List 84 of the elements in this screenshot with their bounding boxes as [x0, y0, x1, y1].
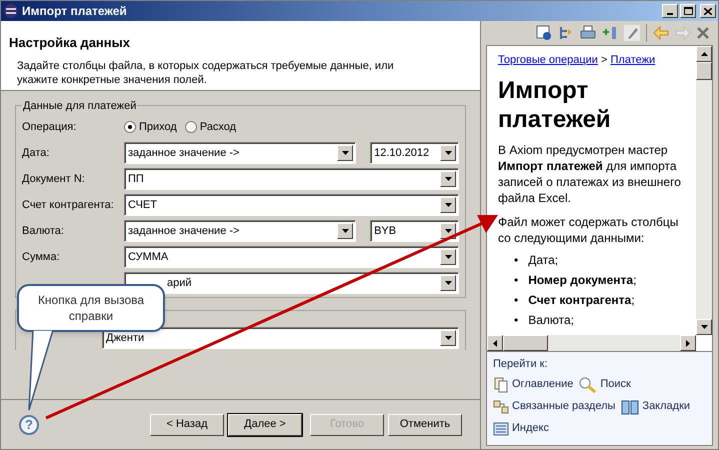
caret-down-icon: [700, 325, 708, 329]
goto-title: Перейти к:: [493, 357, 549, 372]
scroll-down-button[interactable]: [696, 319, 712, 335]
callout-text: Кнопка для вызова справки: [36, 292, 146, 324]
caret-icon: [444, 203, 452, 207]
scroll-up-button[interactable]: [696, 46, 712, 62]
breadcrumb-link[interactable]: Торговые операции: [498, 54, 598, 66]
sync-icon[interactable]: [558, 25, 574, 41]
related-topics-icon: [493, 398, 509, 414]
wizard-button[interactable]: Далее >: [228, 414, 302, 436]
list-item: Дата;: [528, 252, 558, 268]
help-topic-icon[interactable]: [536, 25, 552, 41]
scroll-thumb[interactable]: [696, 62, 712, 80]
window-title: Импорт платежей: [22, 3, 127, 20]
radio-button[interactable]: [124, 121, 136, 133]
help-title: Импорт платежей: [498, 76, 612, 134]
caret-icon: [444, 177, 452, 181]
search-icon: [579, 376, 598, 392]
close-button[interactable]: [700, 4, 716, 18]
pages-icon: [493, 376, 509, 392]
caret-icon: [444, 151, 452, 155]
horizontal-scrollbar[interactable]: [487, 335, 696, 351]
dropdown[interactable]: 12.10.2012: [370, 142, 459, 164]
caret-icon: [444, 229, 452, 233]
help-paragraph: В Axiom предусмотрен мастер Импорт платежей для импорта записей о платежах из внешнего файла Excel.: [498, 142, 682, 206]
bullet: •: [514, 272, 518, 288]
field-label: Операция:: [22, 120, 76, 135]
list-item: Номер документа;: [528, 272, 636, 288]
caret-right-icon: [686, 340, 690, 346]
scroll-left-button[interactable]: [487, 335, 503, 351]
app-icon: [3, 3, 19, 19]
field-label: Документ N:: [22, 172, 85, 187]
bullet: •: [514, 252, 518, 268]
bullet: •: [514, 292, 518, 308]
caret-icon: [444, 255, 452, 259]
caret-icon: [444, 281, 452, 285]
dropdown[interactable]: BYB: [370, 220, 459, 242]
caret-icon: [342, 151, 349, 155]
book-icon: [621, 398, 640, 414]
dropdown[interactable]: ПП: [124, 168, 459, 190]
dropdown[interactable]: Дженти: [102, 327, 459, 349]
index-icon: [493, 420, 509, 436]
list-item: Счет контрагента;: [528, 292, 635, 308]
maximize-button[interactable]: [680, 4, 696, 18]
breadcrumb-separator: >: [601, 54, 608, 66]
help-button[interactable]: ?: [19, 414, 39, 434]
wizard-button[interactable]: Отменить: [388, 414, 462, 436]
page-title: Настройка данных: [9, 34, 131, 52]
caret-left-icon: [493, 340, 497, 346]
goto-link[interactable]: Закладки: [621, 398, 690, 416]
wizard-button[interactable]: < Назад: [150, 414, 224, 436]
list-item: Валюта;: [528, 312, 574, 328]
field-label: Дата:: [22, 146, 50, 161]
field-label: Сумма:: [22, 250, 60, 265]
radio-label[interactable]: Расход: [200, 118, 236, 136]
group-title: Данные для платежей: [22, 98, 138, 114]
caret-icon: [342, 229, 349, 233]
goto-link[interactable]: Оглавление: [493, 376, 574, 394]
bullet: •: [514, 312, 518, 328]
close-icon[interactable]: [697, 27, 709, 39]
close-icon: [704, 8, 712, 14]
help-paragraph: Файл может содержать столбцы со следующими данными:: [498, 214, 680, 246]
goto-link[interactable]: Связанные разделы: [493, 398, 616, 416]
dropdown[interactable]: СЧЕТ: [124, 194, 459, 216]
dropdown[interactable]: СУММА: [124, 246, 459, 268]
radio-label[interactable]: Приход: [139, 118, 177, 136]
goto-link[interactable]: Поиск: [579, 376, 631, 394]
caret-up-icon: [700, 52, 708, 56]
scroll-thumb[interactable]: [503, 335, 548, 351]
field-label: Счет контрагента:: [22, 198, 114, 213]
dropdown[interactable]: заданное значение ->: [124, 220, 356, 242]
highlight-icon[interactable]: [624, 25, 640, 41]
dropdown[interactable]: арий: [124, 272, 459, 294]
print-icon[interactable]: [580, 25, 596, 41]
caret-icon: [444, 336, 452, 340]
goto-link[interactable]: Индекс: [493, 420, 549, 438]
vertical-scrollbar[interactable]: [696, 46, 712, 335]
page-description: Задайте столбцы файла, в которых содержаться требуемые данные, или укажите конкретные значения полей.: [16, 58, 395, 86]
scroll-right-button[interactable]: [680, 335, 696, 351]
minimize-button[interactable]: [662, 4, 678, 18]
field-label: Валюта:: [22, 224, 64, 239]
radio-button[interactable]: [184, 121, 197, 133]
dropdown[interactable]: заданное значение ->: [124, 142, 356, 164]
breadcrumb-link[interactable]: Платежи: [610, 54, 656, 66]
